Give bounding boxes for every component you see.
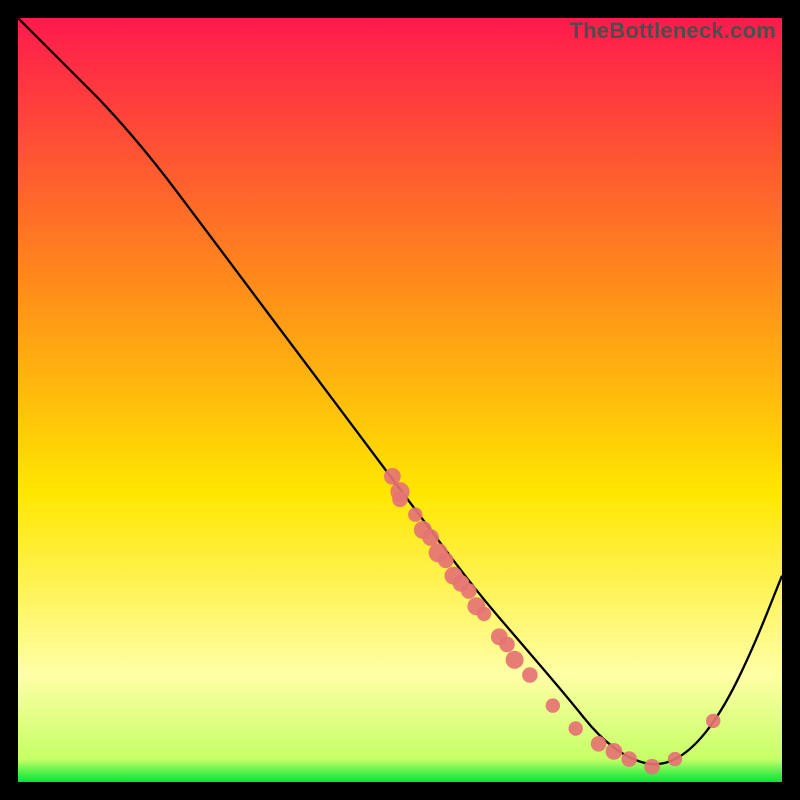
data-point (621, 751, 637, 767)
data-point (569, 721, 583, 735)
data-point (644, 759, 660, 775)
data-point (461, 583, 477, 599)
data-point (506, 651, 524, 669)
data-point (668, 752, 682, 766)
watermark-text: TheBottleneck.com (570, 18, 776, 44)
data-point (477, 607, 491, 621)
data-point (546, 698, 560, 712)
data-point (706, 714, 720, 728)
gradient-background (18, 18, 782, 782)
data-point (392, 492, 408, 508)
chart-svg (18, 18, 782, 782)
data-point (606, 743, 623, 760)
data-point (522, 667, 538, 683)
data-point (499, 637, 515, 653)
chart-frame: TheBottleneck.com (18, 18, 782, 782)
data-point (408, 507, 422, 521)
data-point (438, 553, 454, 569)
data-point (591, 736, 607, 752)
